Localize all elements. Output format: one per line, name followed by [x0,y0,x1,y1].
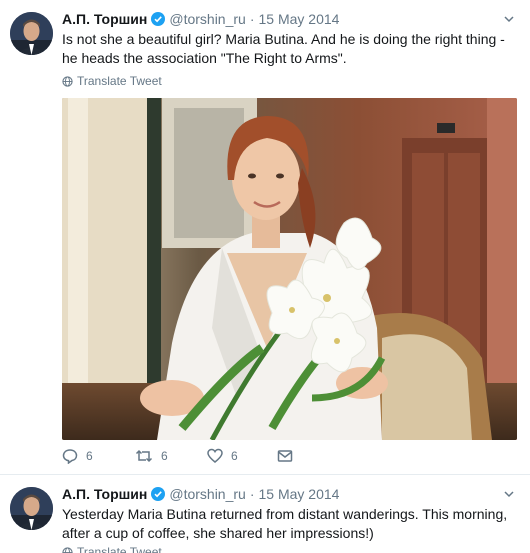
tweet[interactable]: А.П. Торшин @torshin_ru · 15 May 2014 Ye… [0,475,530,553]
author-name[interactable]: А.П. Торшин [62,486,147,502]
tweet-text: Yesterday Maria Butina returned from dis… [62,506,508,541]
header-separator: · [249,11,255,27]
tweet-date[interactable]: 15 May 2014 [259,11,340,27]
reply-icon [62,449,78,464]
translate-tweet-link[interactable]: Translate Tweet [62,545,162,553]
verified-icon [151,12,166,26]
reply-button[interactable]: 6 [62,448,93,464]
translate-tweet-link[interactable]: Translate Tweet [62,74,162,88]
direct-message-button[interactable] [277,448,293,464]
tweet-text: Is not she a beautiful girl? Maria Butin… [62,31,505,66]
like-count: 6 [231,449,238,463]
translate-label: Translate Tweet [77,545,162,553]
tweet-header: А.П. Торшин @torshin_ru · 15 May 2014 [62,484,339,504]
verified-icon [151,487,166,501]
translate-label: Translate Tweet [77,74,162,88]
author-handle[interactable]: @torshin_ru [169,11,245,27]
globe-icon [62,546,73,553]
tweet-actions: 6 6 6 [62,448,362,470]
chevron-down-icon[interactable] [502,12,516,26]
envelope-icon [277,450,293,462]
author-handle[interactable]: @torshin_ru [169,486,245,502]
tweet-date[interactable]: 15 May 2014 [259,486,340,502]
header-separator: · [249,486,255,502]
retweet-button[interactable]: 6 [135,448,168,464]
tweet-header: А.П. Торшин @torshin_ru · 15 May 2014 [62,9,339,29]
tweet-photo[interactable] [62,98,517,440]
retweet-icon [135,449,153,463]
tweet[interactable]: А.П. Торшин @torshin_ru · 15 May 2014 Is… [0,0,530,475]
author-name[interactable]: А.П. Торшин [62,11,147,27]
globe-icon [62,75,73,87]
heart-icon [207,448,223,463]
reply-count: 6 [86,449,93,463]
avatar[interactable] [10,487,53,530]
chevron-down-icon[interactable] [502,487,516,501]
retweet-count: 6 [161,449,168,463]
avatar[interactable] [10,12,53,55]
like-button[interactable]: 6 [207,448,238,464]
